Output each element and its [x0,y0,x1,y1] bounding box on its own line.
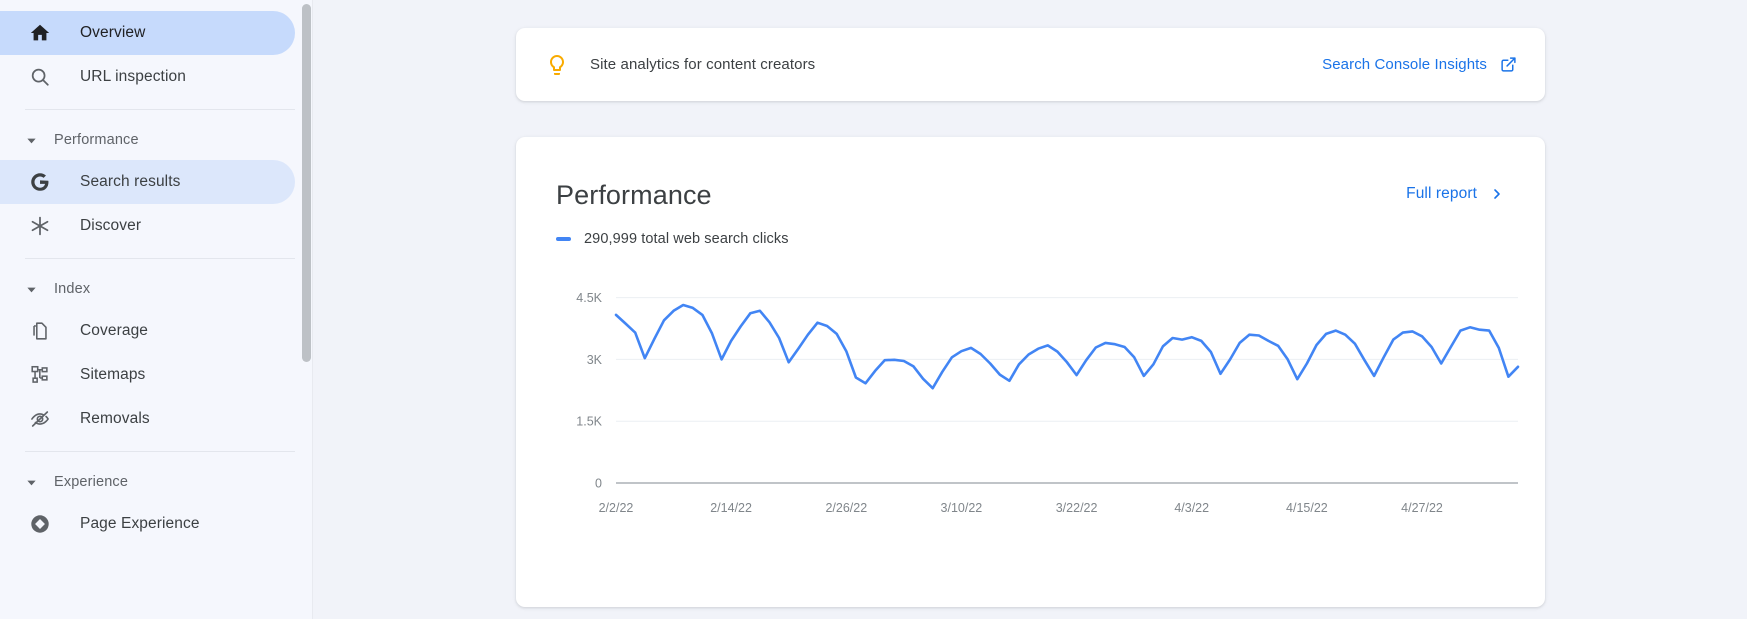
sidebar-item-overview[interactable]: Overview [0,11,295,55]
insights-banner-text: Site analytics for content creators [590,56,816,73]
sidebar-divider [25,109,295,110]
sidebar-item-label: Search results [80,173,181,190]
sidebar-group-label: Index [54,281,91,297]
page-title: Performance [556,180,712,210]
legend-label-clicks: 290,999 total web search clicks [584,231,789,247]
sidebar-item-url-inspection[interactable]: URL inspection [0,55,295,99]
google-g-icon [28,170,52,194]
sidebar-item-removals[interactable]: Removals [0,397,295,441]
y-axis-tick-label: 4.5K [576,291,602,305]
y-axis-tick-label: 1.5K [576,415,602,429]
sidebar-item-label: Discover [80,217,142,234]
sidebar-item-label: Removals [80,410,150,427]
main-content: Site analytics for content creators Sear… [313,0,1747,619]
x-axis-tick-label: 4/3/22 [1174,501,1209,515]
y-axis-tick-label: 3K [587,353,603,367]
sidebar-item-page-experience[interactable]: Page Experience [0,502,295,546]
sitemap-icon [28,363,52,387]
insights-banner: Site analytics for content creators Sear… [516,28,1545,101]
performance-chart-svg: 0 1.5K 3K 4.5K 2/2/22 2/14/22 2/26/22 3/10/22 3/… [576,291,1520,515]
caret-down-icon[interactable] [22,280,40,298]
x-axis-tick-label: 2/2/22 [599,501,634,515]
pages-icon [28,319,52,343]
sidebar: Overview URL inspection Performance Search … [0,0,313,619]
sidebar-item-search-results[interactable]: Search results [0,160,295,204]
sidebar-divider [25,451,295,452]
x-axis-tick-label: 3/10/22 [941,501,983,515]
sidebar-item-label: Sitemaps [80,366,146,383]
discover-icon [28,214,52,238]
sidebar-item-label: Overview [80,24,146,41]
x-axis-tick-label: 4/27/22 [1401,501,1443,515]
sidebar-item-discover[interactable]: Discover [0,204,295,248]
home-icon [28,21,52,45]
sidebar-group-label: Performance [54,132,139,148]
y-axis-tick-label: 0 [595,477,602,491]
sidebar-group-index[interactable]: Index [0,269,313,309]
sidebar-group-label: Experience [54,474,129,490]
performance-card-header: Performance Full report [516,137,1545,211]
search-console-insights-link[interactable]: Search Console Insights [1322,56,1517,73]
performance-chart[interactable]: 0 1.5K 3K 4.5K 2/2/22 2/14/22 2/26/22 3/10/22 3/… [516,261,1545,531]
chevron-right-icon [1489,186,1505,202]
external-link-icon [1500,56,1517,73]
sidebar-nav-list: Overview URL inspection Performance Search … [0,0,313,619]
sidebar-item-label: URL inspection [80,68,186,85]
full-report-link[interactable]: Full report [1406,185,1505,203]
sidebar-divider [25,258,295,259]
sidebar-item-sitemaps[interactable]: Sitemaps [0,353,295,397]
x-axis-tick-label: 2/26/22 [825,501,867,515]
x-axis-tick-label: 3/22/22 [1056,501,1098,515]
caret-down-icon[interactable] [22,473,40,491]
search-console-overview-page: Overview URL inspection Performance Search … [0,0,1747,619]
clicks-line-series[interactable] [614,303,1520,390]
chart-legend[interactable]: 290,999 total web search clicks [516,211,1545,247]
search-console-insights-label: Search Console Insights [1322,56,1487,73]
sidebar-scrollbar[interactable] [302,4,311,362]
x-axis-tick-label: 4/15/22 [1286,501,1328,515]
sidebar-item-label: Page Experience [80,515,200,532]
search-icon [28,65,52,89]
sidebar-group-experience[interactable]: Experience [0,462,313,502]
performance-card: Performance Full report 290,999 total we… [516,137,1545,607]
sidebar-item-coverage[interactable]: Coverage [0,309,295,353]
caret-down-icon[interactable] [22,131,40,149]
eye-off-icon [28,407,52,431]
x-axis-tick-label: 2/14/22 [710,501,752,515]
lightbulb-icon [544,52,570,78]
page-experience-icon [28,512,52,536]
legend-swatch-clicks [556,237,571,241]
sidebar-item-label: Coverage [80,322,149,339]
full-report-label: Full report [1406,185,1477,202]
sidebar-group-performance[interactable]: Performance [0,120,313,160]
